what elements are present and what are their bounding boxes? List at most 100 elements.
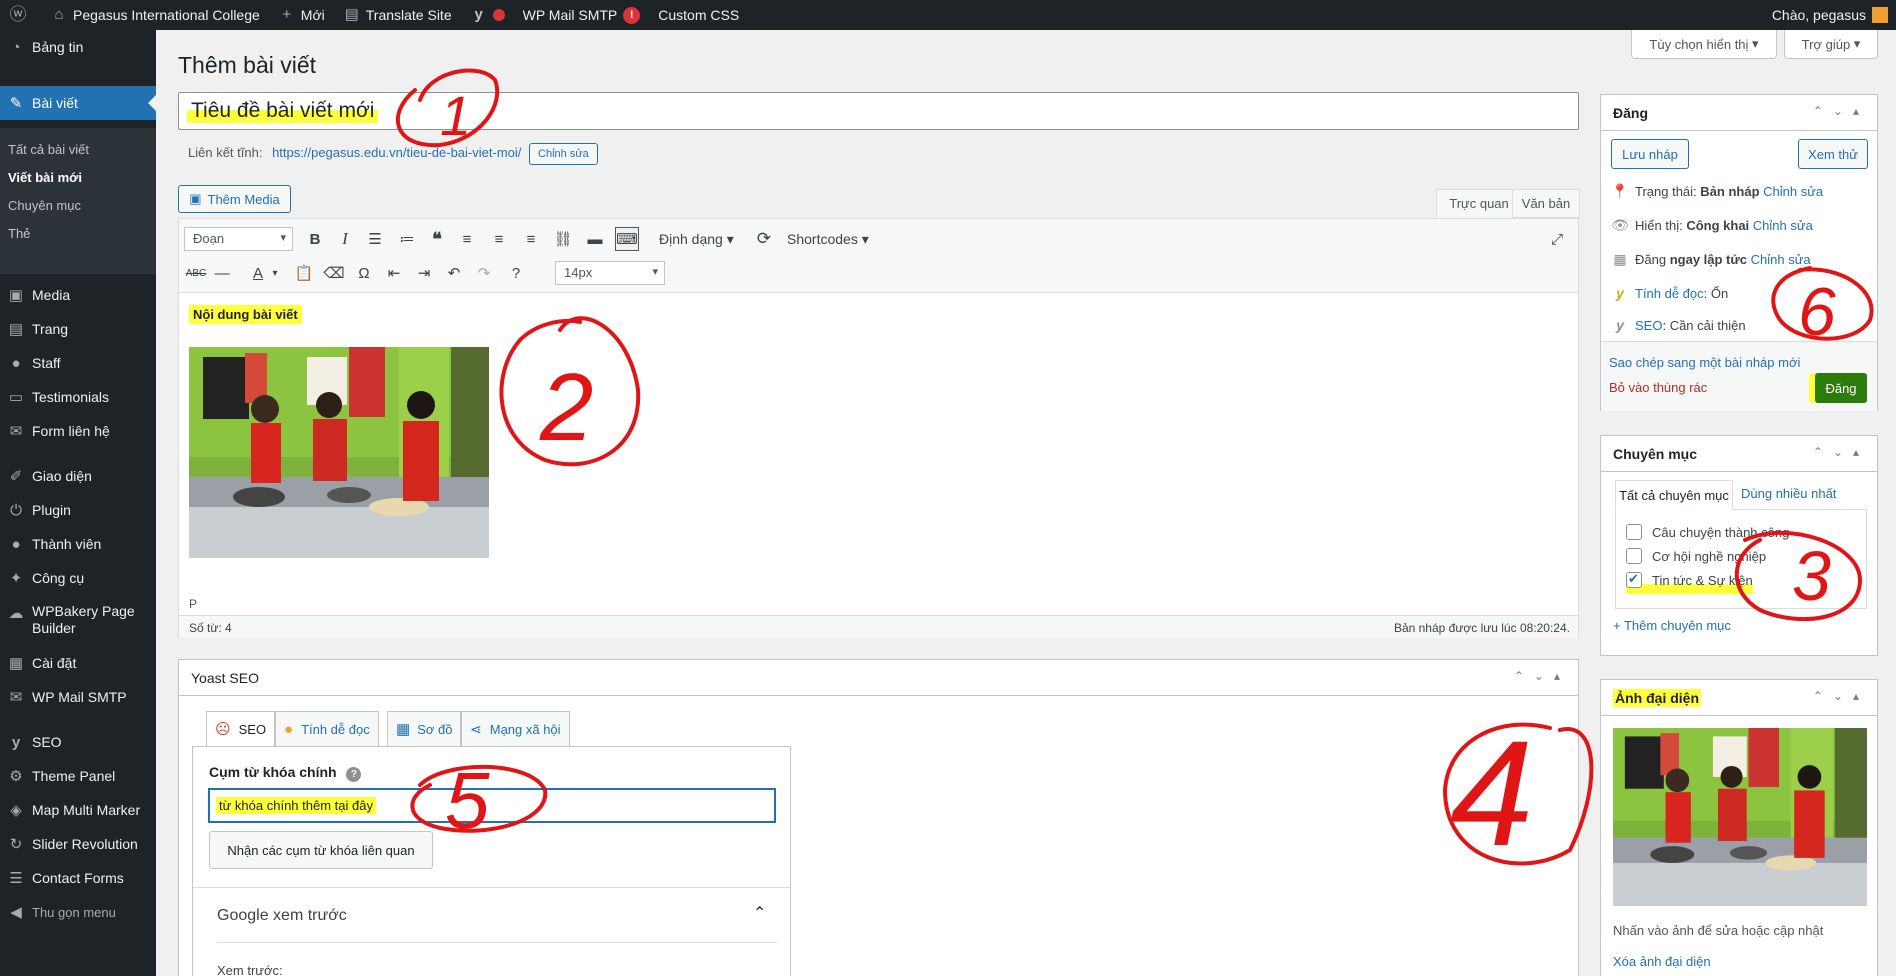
formats-menu[interactable]: Định dạng ▾	[659, 231, 734, 248]
sidebar-item-wpbakery[interactable]: ☁ WPBakery Page Builder	[0, 595, 156, 643]
category-item[interactable]: Câu chuyện thành công	[1626, 524, 1789, 540]
align-right-icon[interactable]: ≡	[519, 227, 543, 251]
yoast-menu[interactable]: y	[461, 0, 514, 30]
chevron-down-icon[interactable]: ⌄	[1534, 669, 1554, 683]
horizontal-line-icon[interactable]: —	[210, 261, 234, 285]
yoast-box-header[interactable]: Yoast SEO	[179, 660, 1578, 696]
toggle-icon[interactable]: ▴	[1853, 689, 1869, 703]
sidebar-item-dashboard[interactable]: ◔ Bảng tin	[0, 30, 156, 64]
content-image[interactable]	[189, 347, 489, 558]
collapse-menu-button[interactable]: ◀ Thu gọn menu	[0, 895, 156, 929]
clear-formatting-icon[interactable]: ⌫	[322, 261, 346, 285]
permalink-edit-button[interactable]: Chỉnh sửa	[529, 143, 598, 165]
sidebar-item-settings[interactable]: ▦ Cài đặt	[0, 646, 156, 680]
move-to-trash-link[interactable]: Bỏ vào thùng rác	[1609, 380, 1707, 395]
special-character-icon[interactable]: Ω	[352, 261, 376, 285]
content-paragraph[interactable]: Nội dung bài viết	[189, 305, 302, 324]
yoast-tab-readability[interactable]: ● Tính dễ đọc	[275, 711, 379, 747]
fullscreen-icon[interactable]: ⤢	[1545, 227, 1569, 251]
readability-link[interactable]: Tính dễ đọc	[1635, 286, 1704, 301]
chevron-down-icon[interactable]: ▾	[263, 261, 287, 285]
yoast-tab-social[interactable]: ⋖ Mạng xã hội	[461, 711, 570, 747]
category-item[interactable]: Cơ hội nghề nghiệp	[1626, 548, 1766, 564]
submenu-all-posts[interactable]: Tất cả bài viết	[8, 142, 89, 157]
box-controls[interactable]: ⌃⌄▴	[1813, 689, 1869, 703]
sidebar-item-staff[interactable]: ● Staff	[0, 346, 156, 380]
bold-icon[interactable]: B	[303, 227, 327, 251]
refresh-icon[interactable]: ⟳	[752, 227, 776, 251]
wp-mail-smtp-link[interactable]: WP Mail SMTP!	[514, 0, 650, 30]
sidebar-item-contact-form[interactable]: ✉ Form liên hệ	[0, 414, 156, 448]
category-checkbox[interactable]	[1626, 524, 1642, 540]
add-media-button[interactable]: ▣ Thêm Media	[178, 185, 291, 213]
font-size-select[interactable]: 14px	[555, 261, 665, 285]
box-controls[interactable]: ⌃⌄▴	[1813, 445, 1869, 459]
indent-icon[interactable]: ⇥	[412, 261, 436, 285]
status-edit-link[interactable]: Chỉnh sửa	[1763, 184, 1823, 199]
read-more-icon[interactable]: ▬	[583, 227, 607, 251]
category-checkbox[interactable]	[1626, 548, 1642, 564]
focus-keyphrase-input[interactable]: từ khóa chính thêm tại đây	[209, 789, 775, 822]
help-icon[interactable]: ?	[346, 767, 362, 782]
outdent-icon[interactable]: ⇤	[382, 261, 406, 285]
link-icon[interactable]: ⛓	[551, 227, 575, 251]
google-preview-heading[interactable]: Google xem trước	[217, 907, 347, 925]
tab-all-categories[interactable]: Tất cả chuyên mục	[1615, 480, 1733, 510]
featured-image[interactable]	[1613, 728, 1867, 906]
help-button[interactable]: Trợ giúp ▾	[1784, 30, 1878, 59]
toggle-icon[interactable]: ▴	[1554, 669, 1570, 683]
chevron-down-icon[interactable]: ⌄	[1833, 104, 1853, 118]
translate-site-link[interactable]: ▤ Translate Site	[334, 0, 461, 30]
schedule-edit-link[interactable]: Chỉnh sửa	[1751, 252, 1811, 267]
chevron-up-icon[interactable]: ⌃	[1813, 689, 1833, 703]
chevron-up-icon[interactable]: ⌃	[1813, 445, 1833, 459]
toggle-icon[interactable]: ▴	[1853, 104, 1869, 118]
chevron-up-icon[interactable]: ⌃	[1514, 669, 1534, 683]
related-keyphrases-button[interactable]: Nhận các cụm từ khóa liên quan	[209, 831, 433, 869]
site-name-link[interactable]: ⌂ Pegasus International College	[41, 0, 269, 30]
chevron-up-icon[interactable]: ⌃	[753, 903, 766, 923]
box-controls[interactable]: ⌃⌄▴	[1813, 104, 1869, 118]
new-content-link[interactable]: + Mới	[269, 0, 334, 30]
italic-icon[interactable]: I	[333, 227, 357, 251]
align-left-icon[interactable]: ≡	[455, 227, 479, 251]
tab-visual[interactable]: Trực quan	[1436, 189, 1522, 218]
shortcodes-menu[interactable]: Shortcodes ▾	[787, 231, 869, 248]
category-item[interactable]: Tin tức & Sự kiện	[1626, 571, 1753, 594]
sidebar-item-users[interactable]: ● Thành viên	[0, 527, 156, 561]
sidebar-item-plugins[interactable]: ⏻ Plugin	[0, 493, 156, 527]
category-checkbox[interactable]	[1626, 571, 1642, 588]
numbered-list-icon[interactable]: ≔	[395, 227, 419, 251]
sidebar-item-testimonials[interactable]: ▭ Testimonials	[0, 380, 156, 414]
permalink-url-link[interactable]: https://pegasus.edu.vn/tieu-de-bai-viet-…	[272, 145, 521, 160]
toggle-icon[interactable]: ▴	[1853, 445, 1869, 459]
add-category-link[interactable]: + Thêm chuyên mục	[1613, 618, 1731, 633]
publish-button[interactable]: Đăng	[1815, 373, 1867, 403]
wordpress-logo[interactable]: ⓦ	[0, 0, 41, 30]
sidebar-item-contact-forms[interactable]: ☰ Contact Forms	[0, 861, 156, 895]
chevron-up-icon[interactable]: ⌃	[1813, 104, 1833, 118]
sidebar-item-theme-panel[interactable]: ⚙ Theme Panel	[0, 759, 156, 793]
bullet-list-icon[interactable]: ☰	[363, 227, 387, 251]
yoast-tab-schema[interactable]: ▦ Sơ đồ	[387, 711, 462, 747]
yoast-tab-seo[interactable]: ☹ SEO	[206, 711, 276, 747]
sidebar-item-posts[interactable]: ✎ Bài viết	[0, 86, 156, 120]
submenu-categories[interactable]: Chuyên mục	[8, 198, 81, 213]
sidebar-item-media[interactable]: ▣ Media	[0, 278, 156, 312]
tab-most-used[interactable]: Dùng nhiều nhất	[1741, 486, 1836, 501]
sidebar-item-seo[interactable]: y SEO	[0, 725, 156, 759]
box-controls[interactable]: ⌃⌄▴	[1514, 669, 1570, 683]
tab-text[interactable]: Văn bản	[1512, 189, 1580, 218]
help-icon[interactable]: ?	[504, 261, 528, 285]
sidebar-item-pages[interactable]: ▤ Trang	[0, 312, 156, 346]
post-title-input[interactable]: Tiêu đề bài viết mới	[178, 92, 1579, 130]
blockquote-icon[interactable]: ❝	[425, 227, 449, 251]
toolbar-toggle-icon[interactable]: ⌨	[615, 227, 639, 251]
save-draft-button[interactable]: Lưu nháp	[1611, 139, 1689, 169]
strikethrough-icon[interactable]: ABC	[184, 261, 208, 285]
seo-link[interactable]: SEO	[1635, 318, 1662, 333]
visibility-edit-link[interactable]: Chỉnh sửa	[1753, 218, 1813, 233]
preview-button[interactable]: Xem thử	[1798, 139, 1868, 169]
align-center-icon[interactable]: ≡	[487, 227, 511, 251]
submenu-add-new[interactable]: Viết bài mới	[8, 170, 82, 185]
